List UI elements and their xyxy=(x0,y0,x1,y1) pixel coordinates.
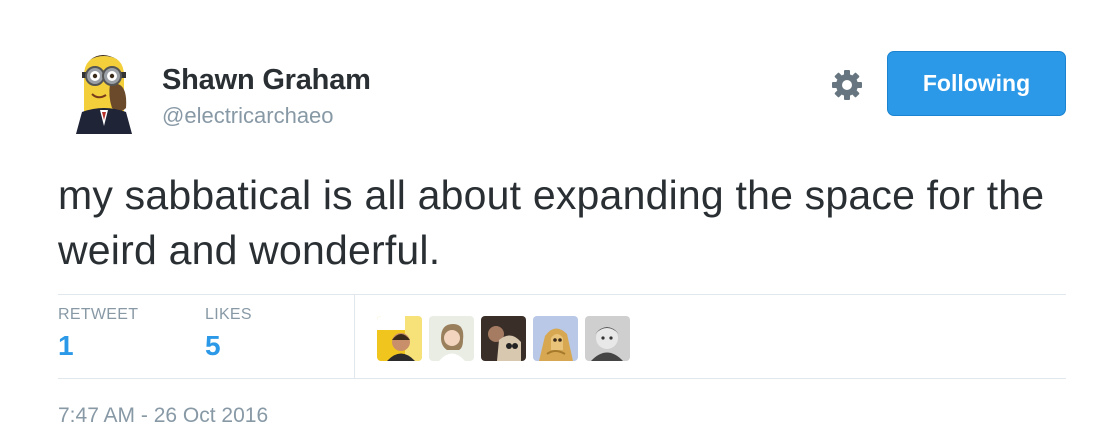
following-button[interactable]: Following xyxy=(887,51,1066,116)
divider xyxy=(58,378,1066,379)
liker-avatar-1[interactable] xyxy=(377,316,422,361)
tweet-text: my sabbatical is all about expanding the… xyxy=(58,172,1045,273)
user-name[interactable]: Shawn Graham xyxy=(162,64,371,97)
retweet-label: RETWEET xyxy=(58,306,139,323)
minion-avatar-icon xyxy=(62,50,146,134)
liker-avatar-4[interactable] xyxy=(533,316,578,361)
retweet-count[interactable]: 1 xyxy=(58,330,138,362)
liker-avatar-3[interactable] xyxy=(481,316,526,361)
gear-icon[interactable] xyxy=(829,67,865,103)
liker-avatar-2[interactable] xyxy=(429,316,474,361)
likes-label: LIKES xyxy=(205,306,252,323)
likes-stat[interactable]: LIKES 5 xyxy=(205,306,252,362)
divider xyxy=(58,294,1066,295)
retweet-stat[interactable]: RETWEET 1 xyxy=(58,306,138,362)
likers-list xyxy=(377,316,630,361)
divider xyxy=(354,295,355,378)
profile-avatar[interactable] xyxy=(62,50,146,134)
tweet-timestamp[interactable]: 7:47 AM - 26 Oct 2016 xyxy=(58,404,268,428)
liker-avatar-5[interactable] xyxy=(585,316,630,361)
user-handle[interactable]: @electricarchaeo xyxy=(162,103,334,129)
likes-count[interactable]: 5 xyxy=(205,330,252,362)
